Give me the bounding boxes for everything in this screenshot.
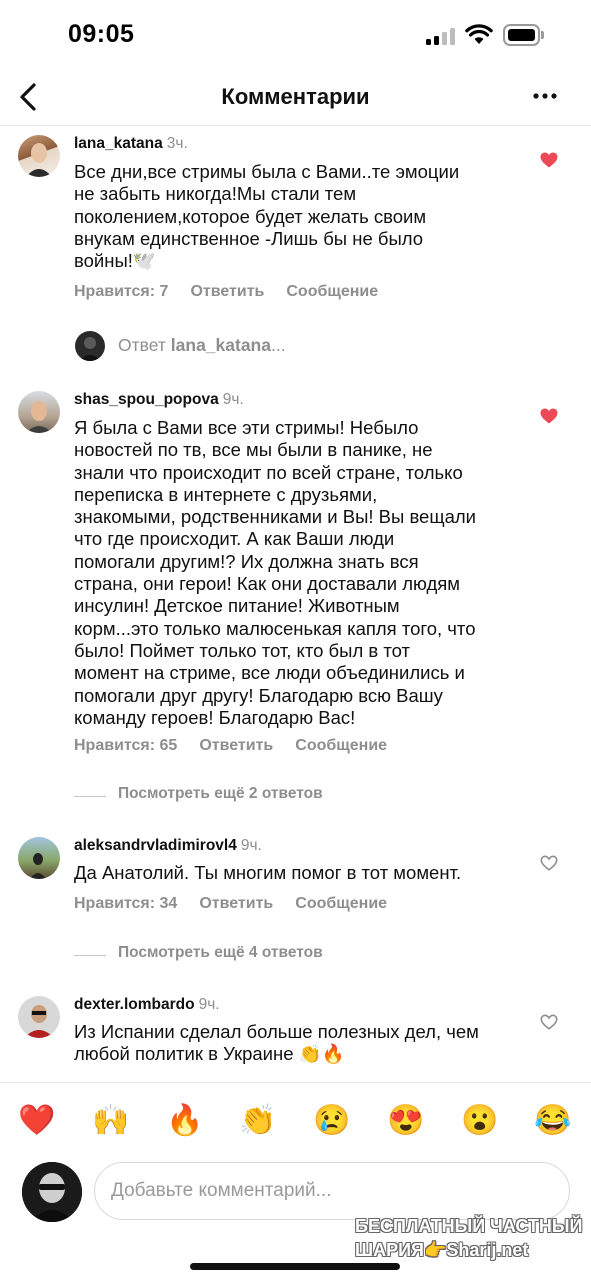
comment-time: 9ч. (222, 391, 244, 408)
more-options-icon[interactable] (530, 84, 560, 108)
view-more-replies-label: Посмотреть ещё 2 ответов (118, 785, 323, 802)
message-button[interactable]: Сообщение (295, 737, 387, 754)
comment-input-container[interactable] (94, 1162, 570, 1220)
home-indicator (190, 1263, 400, 1270)
like-heart-outline-icon[interactable] (540, 1014, 558, 1030)
emoji-clapping-button[interactable]: 👏 (238, 1101, 278, 1141)
cellular-signal-icon (426, 28, 456, 45)
like-heart-filled-icon[interactable] (540, 152, 558, 168)
reply-button[interactable]: Ответить (190, 283, 264, 300)
comment-text: Да Анатолий. Ты многим помог в тот момен… (74, 862, 462, 883)
view-more-replies-button[interactable]: Посмотреть ещё 4 ответов (74, 944, 474, 968)
status-bar: 09:05 (0, 0, 591, 70)
reply-button[interactable]: Ответить (199, 895, 273, 912)
my-avatar (22, 1162, 82, 1222)
emoji-surprised-button[interactable]: 😮 (460, 1101, 500, 1141)
comment-username[interactable]: dexter.lombardo (74, 996, 195, 1013)
avatar[interactable] (18, 837, 60, 879)
comment-header: dexter.lombardo 9ч. (74, 996, 220, 1014)
message-button[interactable]: Сообщение (295, 895, 387, 912)
likes-count[interactable]: Нравится: 34 (74, 895, 177, 912)
comment-username[interactable]: aleksandrvladimirovl4 (74, 837, 237, 854)
comment-header: shas_spou_popova 9ч. (74, 391, 244, 409)
comment-input[interactable] (111, 1163, 541, 1219)
emoji-crying-button[interactable]: 😢 (312, 1101, 352, 1141)
emoji-raising-hands-button[interactable]: 🙌 (91, 1101, 131, 1141)
comments-list[interactable]: lana_katana 3ч. Все дни,все стримы была с… (0, 127, 591, 1081)
comment-header: aleksandrvladimirovl4 9ч. (74, 837, 262, 855)
page-title: Комментарии (221, 84, 370, 109)
reply-button[interactable]: Ответить (199, 737, 273, 754)
comment-actions: Нравится: 7 Ответить Сообщение (74, 283, 400, 301)
emoji-heart-button[interactable]: ❤️ (17, 1101, 57, 1141)
divider (74, 955, 106, 956)
reply-avatar (75, 331, 105, 361)
avatar[interactable] (18, 996, 60, 1038)
comment-time: 9ч. (240, 837, 262, 854)
battery-icon (503, 24, 545, 46)
status-time: 09:05 (68, 20, 135, 48)
emoji-laughing-button[interactable]: 😂 (533, 1101, 573, 1141)
avatar[interactable] (18, 135, 60, 177)
likes-count[interactable]: Нравится: 65 (74, 737, 177, 754)
emoji-reaction-bar: ❤️ 🙌 🔥 👏 😢 😍 😮 😂 (0, 1082, 591, 1158)
reply-preview[interactable]: Ответ lana_katana... (0, 329, 591, 363)
comment-time: 9ч. (198, 996, 220, 1013)
message-button[interactable]: Сообщение (286, 283, 378, 300)
comment-text: Все дни,все стримы была с Вами..те эмоци… (74, 161, 460, 272)
watermark: БЕСПЛАТНЫЙ ЧАСТНЫЙ ШАРИЯ👉Sharij.net (355, 1216, 583, 1260)
avatar[interactable] (18, 391, 60, 433)
view-more-replies-label: Посмотреть ещё 4 ответов (118, 944, 323, 961)
reply-preview-text: Ответ lana_katana... (118, 335, 286, 355)
view-more-replies-button[interactable]: Посмотреть ещё 2 ответов (74, 785, 474, 809)
comment-text: Я была с Вами все эти стримы! Небыло нов… (74, 417, 476, 728)
like-heart-outline-icon[interactable] (540, 855, 558, 871)
comment-actions: Нравится: 65 Ответить Сообщение (74, 737, 409, 755)
divider (74, 796, 106, 797)
emoji-fire-button[interactable]: 🔥 (165, 1101, 205, 1141)
comment-text: Из Испании сделал больше полезных дел, ч… (74, 1021, 479, 1065)
wifi-icon (465, 24, 493, 44)
comment-actions: Нравится: 34 Ответить Сообщение (74, 895, 409, 913)
header: Комментарии (0, 70, 591, 126)
emoji-heart-eyes-button[interactable]: 😍 (386, 1101, 426, 1141)
like-heart-filled-icon[interactable] (540, 408, 558, 424)
comment-header: lana_katana 3ч. (74, 135, 188, 153)
comment-time: 3ч. (166, 135, 188, 152)
comment-username[interactable]: shas_spou_popova (74, 391, 219, 408)
likes-count[interactable]: Нравится: 7 (74, 283, 168, 300)
comment-username[interactable]: lana_katana (74, 135, 163, 152)
